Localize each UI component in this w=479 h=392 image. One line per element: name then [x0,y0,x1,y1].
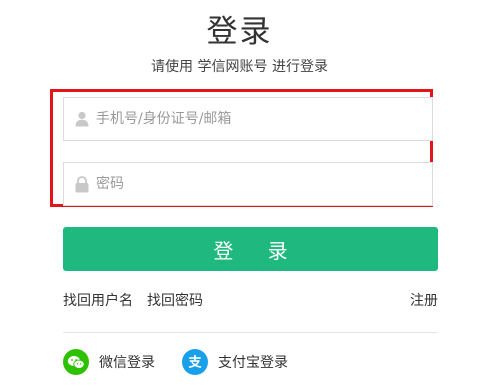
wechat-login-label: 微信登录 [99,355,155,371]
register-link[interactable]: 注册 [410,290,438,310]
recover-password-link[interactable]: 找回密码 [147,290,203,310]
alipay-login-label: 支付宝登录 [218,355,288,371]
page-title: 登录 [206,14,273,50]
wechat-login-button[interactable]: 微信登录 [63,348,155,376]
divider [63,332,438,333]
user-icon [74,110,90,128]
login-button[interactable]: 登 录 [63,227,438,271]
lock-icon [74,175,90,193]
alipay-icon: 支 [182,349,208,375]
alipay-login-button[interactable]: 支 支付宝登录 [182,348,288,376]
password-field[interactable] [63,162,433,206]
password-input[interactable] [96,163,432,205]
svg-text:支: 支 [187,355,202,371]
page-subtitle: 请使用 学信网账号 进行登录 [151,59,328,75]
account-links: 找回用户名 找回密码 注册 [63,290,438,310]
username-field[interactable] [63,97,433,141]
recover-username-link[interactable]: 找回用户名 [63,290,133,310]
username-input[interactable] [96,98,432,140]
wechat-icon [63,349,89,375]
